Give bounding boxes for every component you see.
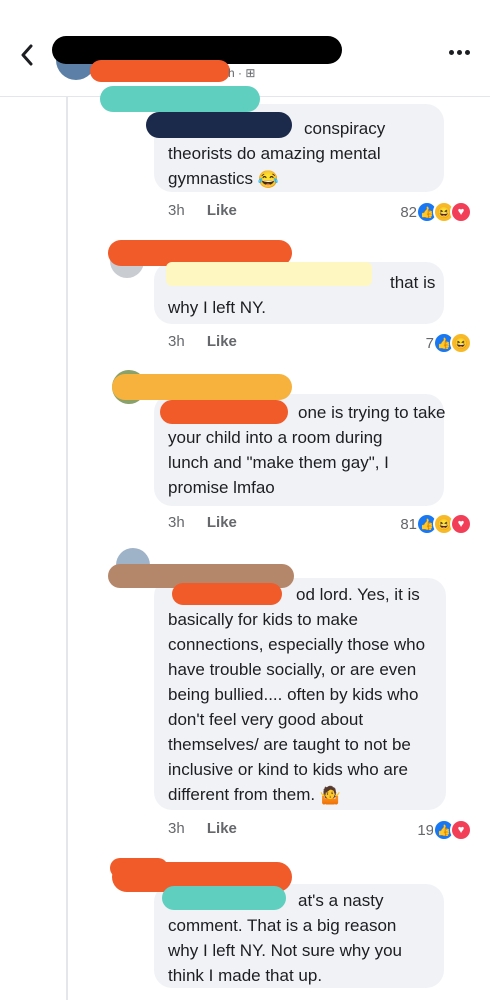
comment-meta: 3h Like: [168, 514, 237, 531]
comment-time: 3h: [168, 820, 185, 837]
post-subtitle: h · ⊞: [228, 66, 256, 80]
back-arrow-icon[interactable]: [20, 44, 34, 66]
redacted-name: [100, 86, 260, 112]
love-icon: ♥: [450, 819, 472, 841]
more-options-icon[interactable]: [449, 50, 470, 55]
comment-text: comment. That is a big reason: [168, 916, 397, 935]
comment-meta: 3h Like: [168, 820, 237, 837]
comment-text: have trouble socially, or are even: [168, 660, 417, 679]
audience-icon: ⊞: [245, 66, 256, 80]
thread-connector: [66, 96, 68, 1000]
redacted-name: [160, 400, 288, 424]
comment-text: why I left NY.: [168, 298, 266, 317]
shrugging-emoji-icon: 🤷: [319, 786, 341, 806]
like-button[interactable]: Like: [207, 202, 237, 219]
comment-thread-header: h · ⊞: [0, 0, 490, 97]
comment-text: promise lmfao: [168, 478, 275, 497]
comment-text: gymnastics 😂: [168, 166, 430, 192]
comment-time: 3h: [168, 202, 185, 219]
comment-time: 3h: [168, 514, 185, 531]
comment-text: different from them. 🤷: [168, 782, 432, 808]
comment-text: think I made that up.: [168, 966, 323, 985]
reaction-summary[interactable]: 19 👍 ♥: [417, 819, 472, 841]
reaction-summary[interactable]: 7 👍 😆: [426, 332, 472, 354]
reaction-summary[interactable]: 82 👍 😆 ♥: [400, 201, 472, 223]
redacted-name: [112, 374, 292, 400]
comment-bubble: od lord. Yes, it is basically for kids t…: [154, 578, 446, 810]
comment-text: connections, especially those who: [168, 635, 426, 654]
redacted-name: [146, 112, 292, 138]
love-icon: ♥: [450, 201, 472, 223]
comment-time: 3h: [168, 333, 185, 350]
like-button[interactable]: Like: [207, 514, 237, 531]
laughing-emoji-icon: 😂: [257, 170, 279, 190]
comment-text: theorists do amazing mental: [168, 144, 381, 163]
redacted-name: [172, 583, 282, 605]
reaction-count: 81: [400, 515, 417, 533]
redacted-name: [166, 262, 372, 286]
reaction-summary[interactable]: 81 👍 😆 ♥: [400, 513, 472, 535]
love-icon: ♥: [450, 513, 472, 535]
comment-text: lunch and "make them gay", I: [168, 453, 389, 472]
redacted-name: [90, 60, 230, 82]
haha-icon: 😆: [450, 332, 472, 354]
comment-text: don't feel very good about: [168, 710, 364, 729]
comment-text: basically for kids to make: [168, 610, 358, 629]
comment-meta: 3h Like: [168, 333, 237, 350]
comment-meta: 3h Like: [168, 202, 237, 219]
reaction-count: 82: [400, 203, 417, 221]
comment-text: being bullied.... often by kids who: [168, 685, 419, 704]
comment-text: why I left NY. Not sure why you: [168, 941, 403, 960]
redacted-name: [162, 886, 286, 910]
like-button[interactable]: Like: [207, 333, 237, 350]
reaction-count: 19: [417, 821, 434, 839]
comment-text: themselves/ are taught to not be: [168, 735, 411, 754]
comment-text: inclusive or kind to kids who are: [168, 760, 409, 779]
comment-text: your child into a room during: [168, 428, 383, 447]
like-button[interactable]: Like: [207, 820, 237, 837]
